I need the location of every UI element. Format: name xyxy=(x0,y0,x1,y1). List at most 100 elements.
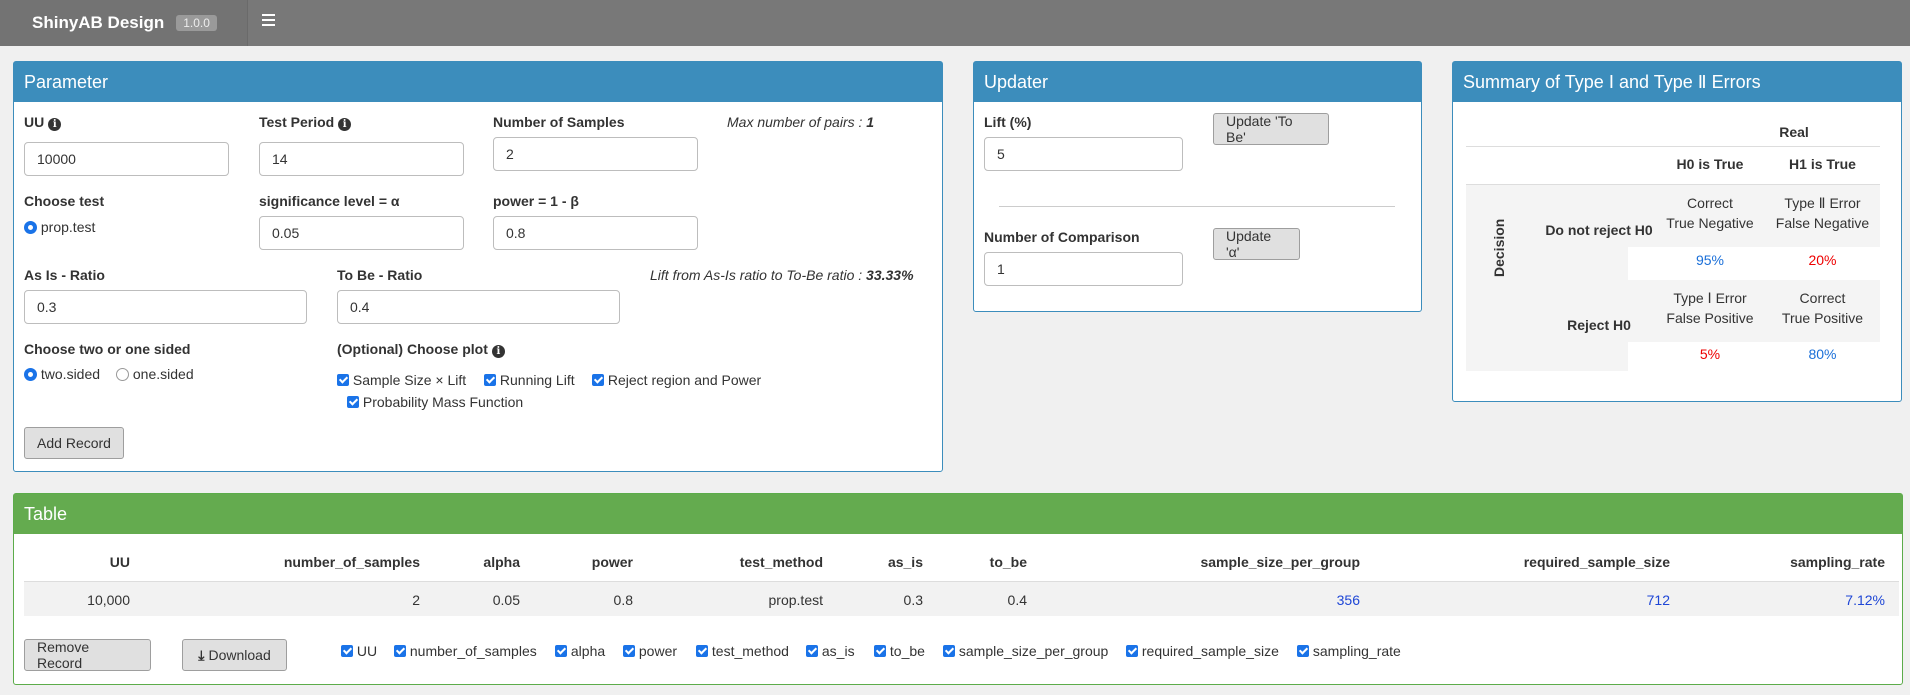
plot-option-running-lift[interactable]: Running Lift xyxy=(484,372,575,388)
two-sided-radio[interactable]: two.sided xyxy=(24,366,100,382)
checkbox-checked-icon[interactable] xyxy=(1297,645,1309,657)
col-header-power[interactable]: power xyxy=(520,554,633,570)
summary-shade-left xyxy=(1466,185,1628,371)
test-period-input[interactable] xyxy=(259,142,464,176)
checkbox-checked-icon[interactable] xyxy=(1126,645,1138,657)
checkbox-checked-icon[interactable] xyxy=(874,645,886,657)
toggle-sample-size-per-group[interactable]: sample_size_per_group xyxy=(943,643,1108,659)
checkbox-checked-icon[interactable] xyxy=(623,645,635,657)
col-header-to-be[interactable]: to_be xyxy=(923,554,1027,570)
checkbox-checked-icon[interactable] xyxy=(555,645,567,657)
col-header-alpha[interactable]: alpha xyxy=(420,554,520,570)
cell-uu: 10,000 xyxy=(87,592,130,608)
checkbox-checked-icon[interactable] xyxy=(341,645,353,657)
top-navbar: ShinyAB Design 1.0.0 xyxy=(0,0,1910,46)
plot-option-reject-region[interactable]: Reject region and Power xyxy=(592,372,761,388)
info-icon[interactable]: i xyxy=(338,118,352,131)
as-is-label: As Is - Ratio xyxy=(24,267,105,283)
toggle-number-of-samples[interactable]: number_of_samples xyxy=(394,643,537,659)
summary-box: Summary of Type Ⅰ and Type Ⅱ Errors Real… xyxy=(1452,61,1902,402)
checkbox-checked-icon[interactable] xyxy=(592,374,604,386)
checkbox-checked-icon[interactable] xyxy=(943,645,955,657)
prop-test-radio[interactable]: prop.test xyxy=(24,219,95,235)
sided-label: Choose two or one sided xyxy=(24,341,191,357)
num-samples-label: Number of Samples xyxy=(493,114,625,130)
uu-input[interactable] xyxy=(24,142,229,176)
checkbox-checked-icon[interactable] xyxy=(696,645,708,657)
col-header-sample-size-per-group[interactable]: sample_size_per_group xyxy=(1027,554,1360,570)
checkbox-checked-icon[interactable] xyxy=(806,645,818,657)
summary-cell-true-positive: Correct True Positive xyxy=(1781,290,1864,326)
toggle-to-be[interactable]: to_be xyxy=(874,643,925,659)
toggle-sampling-rate[interactable]: sampling_rate xyxy=(1297,643,1401,659)
alpha-input[interactable] xyxy=(259,216,464,250)
col-header-sampling-rate[interactable]: sampling_rate xyxy=(1670,554,1885,570)
cell-sampling-rate: 7.12% xyxy=(1845,592,1885,608)
col-header-as-is[interactable]: as_is xyxy=(823,554,923,570)
col-header-number-of-samples[interactable]: number_of_samples xyxy=(130,554,420,570)
update-alpha-button[interactable]: Update 'α' xyxy=(1213,228,1300,260)
cell-required-sample-size: 712 xyxy=(1646,592,1670,608)
lift-input[interactable] xyxy=(984,137,1183,171)
num-comparison-input[interactable] xyxy=(984,252,1183,286)
to-be-input[interactable] xyxy=(337,290,620,324)
one-sided-radio[interactable]: one.sided xyxy=(116,366,194,382)
test-period-label: Test Period i xyxy=(259,114,352,131)
num-comparison-label: Number of Comparison xyxy=(984,229,1140,245)
toggle-required-sample-size[interactable]: required_sample_size xyxy=(1126,643,1279,659)
uu-label: UU i xyxy=(24,114,62,131)
cell-test-method: prop.test xyxy=(768,592,823,608)
col-header-test-method[interactable]: test_method xyxy=(633,554,823,570)
radio-unselected-icon[interactable] xyxy=(116,368,129,381)
sidebar-toggle-icon[interactable] xyxy=(262,11,276,29)
app-title: ShinyAB Design xyxy=(32,13,165,32)
info-icon[interactable]: i xyxy=(48,118,62,131)
toggle-test-method[interactable]: test_method xyxy=(696,643,789,659)
summary-cell-false-negative: Type Ⅱ Error False Negative xyxy=(1775,195,1870,231)
choose-test-label: Choose test xyxy=(24,193,105,209)
summary-header: Summary of Type Ⅰ and Type Ⅱ Errors xyxy=(1453,62,1901,102)
divider xyxy=(999,206,1395,207)
updater-box: Updater Lift (%) Update 'To Be' Number o… xyxy=(973,61,1422,312)
parameter-header: Parameter xyxy=(14,62,942,102)
summary-tp-value: 80% xyxy=(1808,346,1837,362)
cell-power: 0.8 xyxy=(613,592,633,608)
remove-record-button[interactable]: Remove Record xyxy=(24,639,151,671)
alpha-label: significance level = α xyxy=(259,193,400,209)
updater-header: Updater xyxy=(974,62,1421,102)
cell-as-is: 0.3 xyxy=(903,592,923,608)
power-input[interactable] xyxy=(493,216,698,250)
radio-selected-icon[interactable] xyxy=(24,368,37,381)
toggle-as-is[interactable]: as_is xyxy=(806,643,855,659)
checkbox-checked-icon[interactable] xyxy=(394,645,406,657)
as-is-input[interactable] xyxy=(24,290,307,324)
col-header-uu[interactable]: UU xyxy=(24,554,130,570)
cell-alpha: 0.05 xyxy=(492,592,520,608)
radio-selected-icon[interactable] xyxy=(24,221,37,234)
toggle-uu[interactable]: UU xyxy=(341,643,377,659)
col-header-required-sample-size[interactable]: required_sample_size xyxy=(1360,554,1670,570)
add-record-button[interactable]: Add Record xyxy=(24,427,124,459)
download-icon: ⤓ xyxy=(198,646,205,663)
checkbox-checked-icon[interactable] xyxy=(337,374,349,386)
toggle-power[interactable]: power xyxy=(623,643,677,659)
lift-label: Lift (%) xyxy=(984,114,1032,130)
num-samples-input[interactable] xyxy=(493,137,698,171)
toggle-alpha[interactable]: alpha xyxy=(555,643,605,659)
checkbox-checked-icon[interactable] xyxy=(484,374,496,386)
summary-rule xyxy=(1466,184,1880,185)
max-pairs-note: Max number of pairs : 1 xyxy=(727,114,875,130)
info-icon[interactable]: i xyxy=(491,345,505,358)
summary-reject: Reject H0 xyxy=(1567,317,1631,333)
cell-number-of-samples: 2 xyxy=(412,592,420,608)
summary-h0-header: H0 is True xyxy=(1676,156,1744,172)
parameter-box: Parameter UUi Test Periodi Number of Sam… xyxy=(13,61,943,472)
summary-decision-label: Decision xyxy=(1491,218,1507,277)
plot-option-sample-size[interactable]: Sample Size × Lift xyxy=(337,372,466,388)
checkbox-checked-icon[interactable] xyxy=(347,396,359,408)
update-to-be-button[interactable]: Update 'To Be' xyxy=(1213,113,1329,145)
download-button[interactable]: ⤓ Download xyxy=(182,639,287,671)
cell-sample-size-per-group: 356 xyxy=(1336,592,1360,608)
plot-option-pmf[interactable]: Probability Mass Function xyxy=(347,394,523,410)
summary-do-not-reject: Do not reject H0 xyxy=(1545,222,1653,238)
